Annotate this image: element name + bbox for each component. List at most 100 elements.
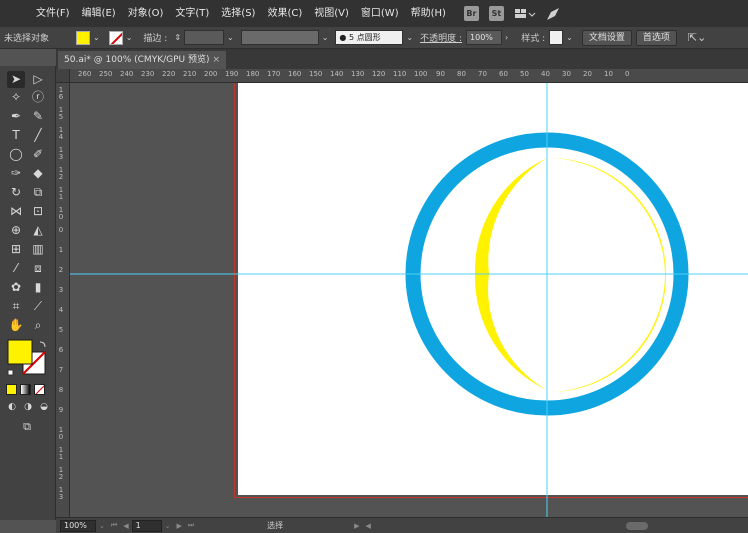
menu-file[interactable]: 文件(F) (30, 0, 76, 27)
artboard-number-field[interactable]: 1 (131, 519, 162, 532)
ellipse-tool-icon[interactable]: ◯ (7, 146, 25, 163)
ruler-v-label: 0 (58, 226, 64, 234)
eyedropper-tool-icon[interactable]: ⁄ (7, 260, 25, 277)
gradient-mode-button[interactable] (20, 384, 31, 395)
scroll-left-icon[interactable]: ◀ (363, 522, 374, 530)
next-artboard-icon[interactable]: ▶ (173, 522, 184, 530)
menu-select[interactable]: 选择(S) (215, 0, 261, 27)
opacity-field[interactable]: 100% (466, 30, 503, 45)
magic-wand-tool-icon[interactable]: ✧ (7, 89, 25, 106)
stroke-stepper-icon[interactable]: ⇕ (171, 33, 184, 42)
variable-width-profile[interactable] (240, 30, 319, 45)
draw-behind-icon[interactable]: ◑ (22, 401, 34, 413)
fill-dropdown-icon[interactable]: ⌄ (90, 33, 103, 42)
stroke-weight-field[interactable] (184, 30, 225, 45)
arrange-panel-icon[interactable]: ⇱⌄ (685, 31, 709, 44)
menu-help[interactable]: 帮助(H) (405, 0, 452, 27)
status-mode-label[interactable]: 选择 (267, 520, 351, 531)
screen-mode-icon[interactable]: ⧉ (18, 418, 36, 435)
zoom-tool-icon[interactable]: ⌕ (29, 317, 47, 334)
bridge-button[interactable]: Br (463, 6, 479, 21)
close-tab-icon[interactable]: × (212, 51, 220, 69)
brush-definition-field[interactable]: ● 5 点圆形 (335, 30, 404, 45)
fill-swatch[interactable] (76, 30, 90, 45)
menu-effect[interactable]: 效果(C) (261, 0, 308, 27)
paintbrush-tool-icon[interactable]: ✐ (29, 146, 47, 163)
eraser-tool-icon[interactable]: ◆ (29, 165, 47, 182)
shape-builder-tool-icon[interactable]: ⊕ (7, 222, 25, 239)
rotate-tool-icon[interactable]: ↻ (7, 184, 25, 201)
ruler-h-label: 50 (520, 70, 529, 78)
mesh-tool-icon[interactable]: ⊞ (7, 241, 25, 258)
curvature-tool-icon[interactable]: ✎ (29, 108, 47, 125)
none-mode-button[interactable] (34, 384, 45, 395)
prev-artboard-icon[interactable]: ◀ (120, 522, 131, 530)
canvas-area[interactable] (70, 83, 748, 520)
selection-tool-icon[interactable]: ➤ (7, 71, 25, 88)
line-segment-tool-icon[interactable]: ╱ (29, 127, 47, 144)
menu-edit[interactable]: 编辑(E) (76, 0, 122, 27)
ruler-h-label: 250 (99, 70, 113, 78)
ruler-v-label: 6 (58, 346, 64, 354)
document-setup-button[interactable]: 文档设置 (581, 29, 632, 46)
opacity-arrow-icon[interactable]: › (502, 33, 511, 42)
document-tab[interactable]: 50.ai* @ 100% (CMYK/GPU 预览) × (58, 51, 226, 69)
menu-window[interactable]: 窗口(W) (355, 0, 405, 27)
profile-dropdown-icon[interactable]: ⌄ (319, 33, 332, 42)
ruler-v-label: 1 (58, 246, 64, 254)
free-transform-tool-icon[interactable]: ⊡ (29, 203, 47, 220)
zoom-dropdown-icon[interactable]: ⌄ (96, 522, 108, 530)
artboard-tool-icon[interactable]: ⌗ (7, 298, 25, 315)
menu-type[interactable]: 文字(T) (169, 0, 215, 27)
vertical-ruler: 1 6 1 5 1 4 1 3 1 2 1 1 1 0 0 1 2 3 4 5 … (56, 83, 70, 520)
gpu-performance-icon[interactable] (546, 7, 560, 21)
color-mode-button[interactable] (6, 384, 17, 395)
perspective-grid-tool-icon[interactable]: ◭ (29, 222, 47, 239)
preferences-button[interactable]: 首选项 (635, 29, 677, 46)
blend-tool-icon[interactable]: ⧈ (29, 260, 47, 277)
ruler-h-label: 260 (78, 70, 92, 78)
scrollbar-thumb[interactable] (625, 521, 648, 530)
hand-tool-icon[interactable]: ✋ (7, 317, 25, 334)
menu-object[interactable]: 对象(O) (122, 0, 170, 27)
symbol-sprayer-tool-icon[interactable]: ✿ (7, 279, 25, 296)
fill-stroke-widget[interactable] (4, 338, 52, 380)
style-dropdown-icon[interactable]: ⌄ (563, 33, 576, 42)
scale-tool-icon[interactable]: ⧉ (29, 184, 47, 201)
draw-inside-icon[interactable]: ◒ (38, 401, 50, 413)
status-menu-icon[interactable]: ▶ (351, 522, 362, 530)
width-tool-icon[interactable]: ⋈ (7, 203, 25, 220)
horizontal-scrollbar[interactable] (374, 521, 748, 531)
slice-tool-icon[interactable]: ⟋ (29, 298, 47, 315)
gradient-tool-icon[interactable]: ▥ (29, 241, 47, 258)
direct-selection-tool-icon[interactable]: ▷ (29, 71, 47, 88)
menu-view[interactable]: 视图(V) (308, 0, 355, 27)
draw-normal-icon[interactable]: ◐ (6, 401, 18, 413)
lasso-tool-icon[interactable]: ⓡ (29, 89, 47, 106)
document-tab-bar: 50.ai* @ 100% (CMYK/GPU 预览) × (56, 49, 748, 69)
last-artboard-icon[interactable]: ⏭ (185, 521, 197, 530)
graphic-style-swatch[interactable] (549, 30, 564, 45)
first-artboard-icon[interactable]: ⏮ (108, 521, 120, 530)
stock-button[interactable]: St (488, 6, 504, 21)
type-tool-icon[interactable]: T (7, 127, 25, 144)
ruler-origin[interactable] (56, 69, 70, 82)
ruler-h-label: 220 (162, 70, 176, 78)
ruler-h-label: 30 (562, 70, 571, 78)
pen-tool-icon[interactable]: ✒ (7, 108, 25, 125)
column-graph-tool-icon[interactable]: ▮ (29, 279, 47, 296)
ruler-v-label: 1 1 (58, 446, 64, 461)
opacity-label[interactable]: 不透明度 : (416, 31, 466, 44)
stroke-dropdown-icon[interactable]: ⌄ (123, 33, 136, 42)
ruler-h-label: 80 (457, 70, 466, 78)
artboard-dropdown-icon[interactable]: ⌄ (162, 522, 174, 530)
ruler-h-label: 0 (625, 70, 630, 78)
arrange-documents-icon[interactable] (514, 7, 536, 21)
zoom-field[interactable]: 100% (60, 519, 96, 532)
brush-dropdown-icon[interactable]: ⌄ (403, 33, 416, 42)
stroke-weight-dropdown-icon[interactable]: ⌄ (224, 33, 237, 42)
ruler-v-label: 1 2 (58, 166, 64, 181)
shaper-tool-icon[interactable]: ✑ (7, 165, 25, 182)
stroke-swatch[interactable] (108, 30, 123, 45)
app-switcher: Br St (463, 6, 560, 21)
